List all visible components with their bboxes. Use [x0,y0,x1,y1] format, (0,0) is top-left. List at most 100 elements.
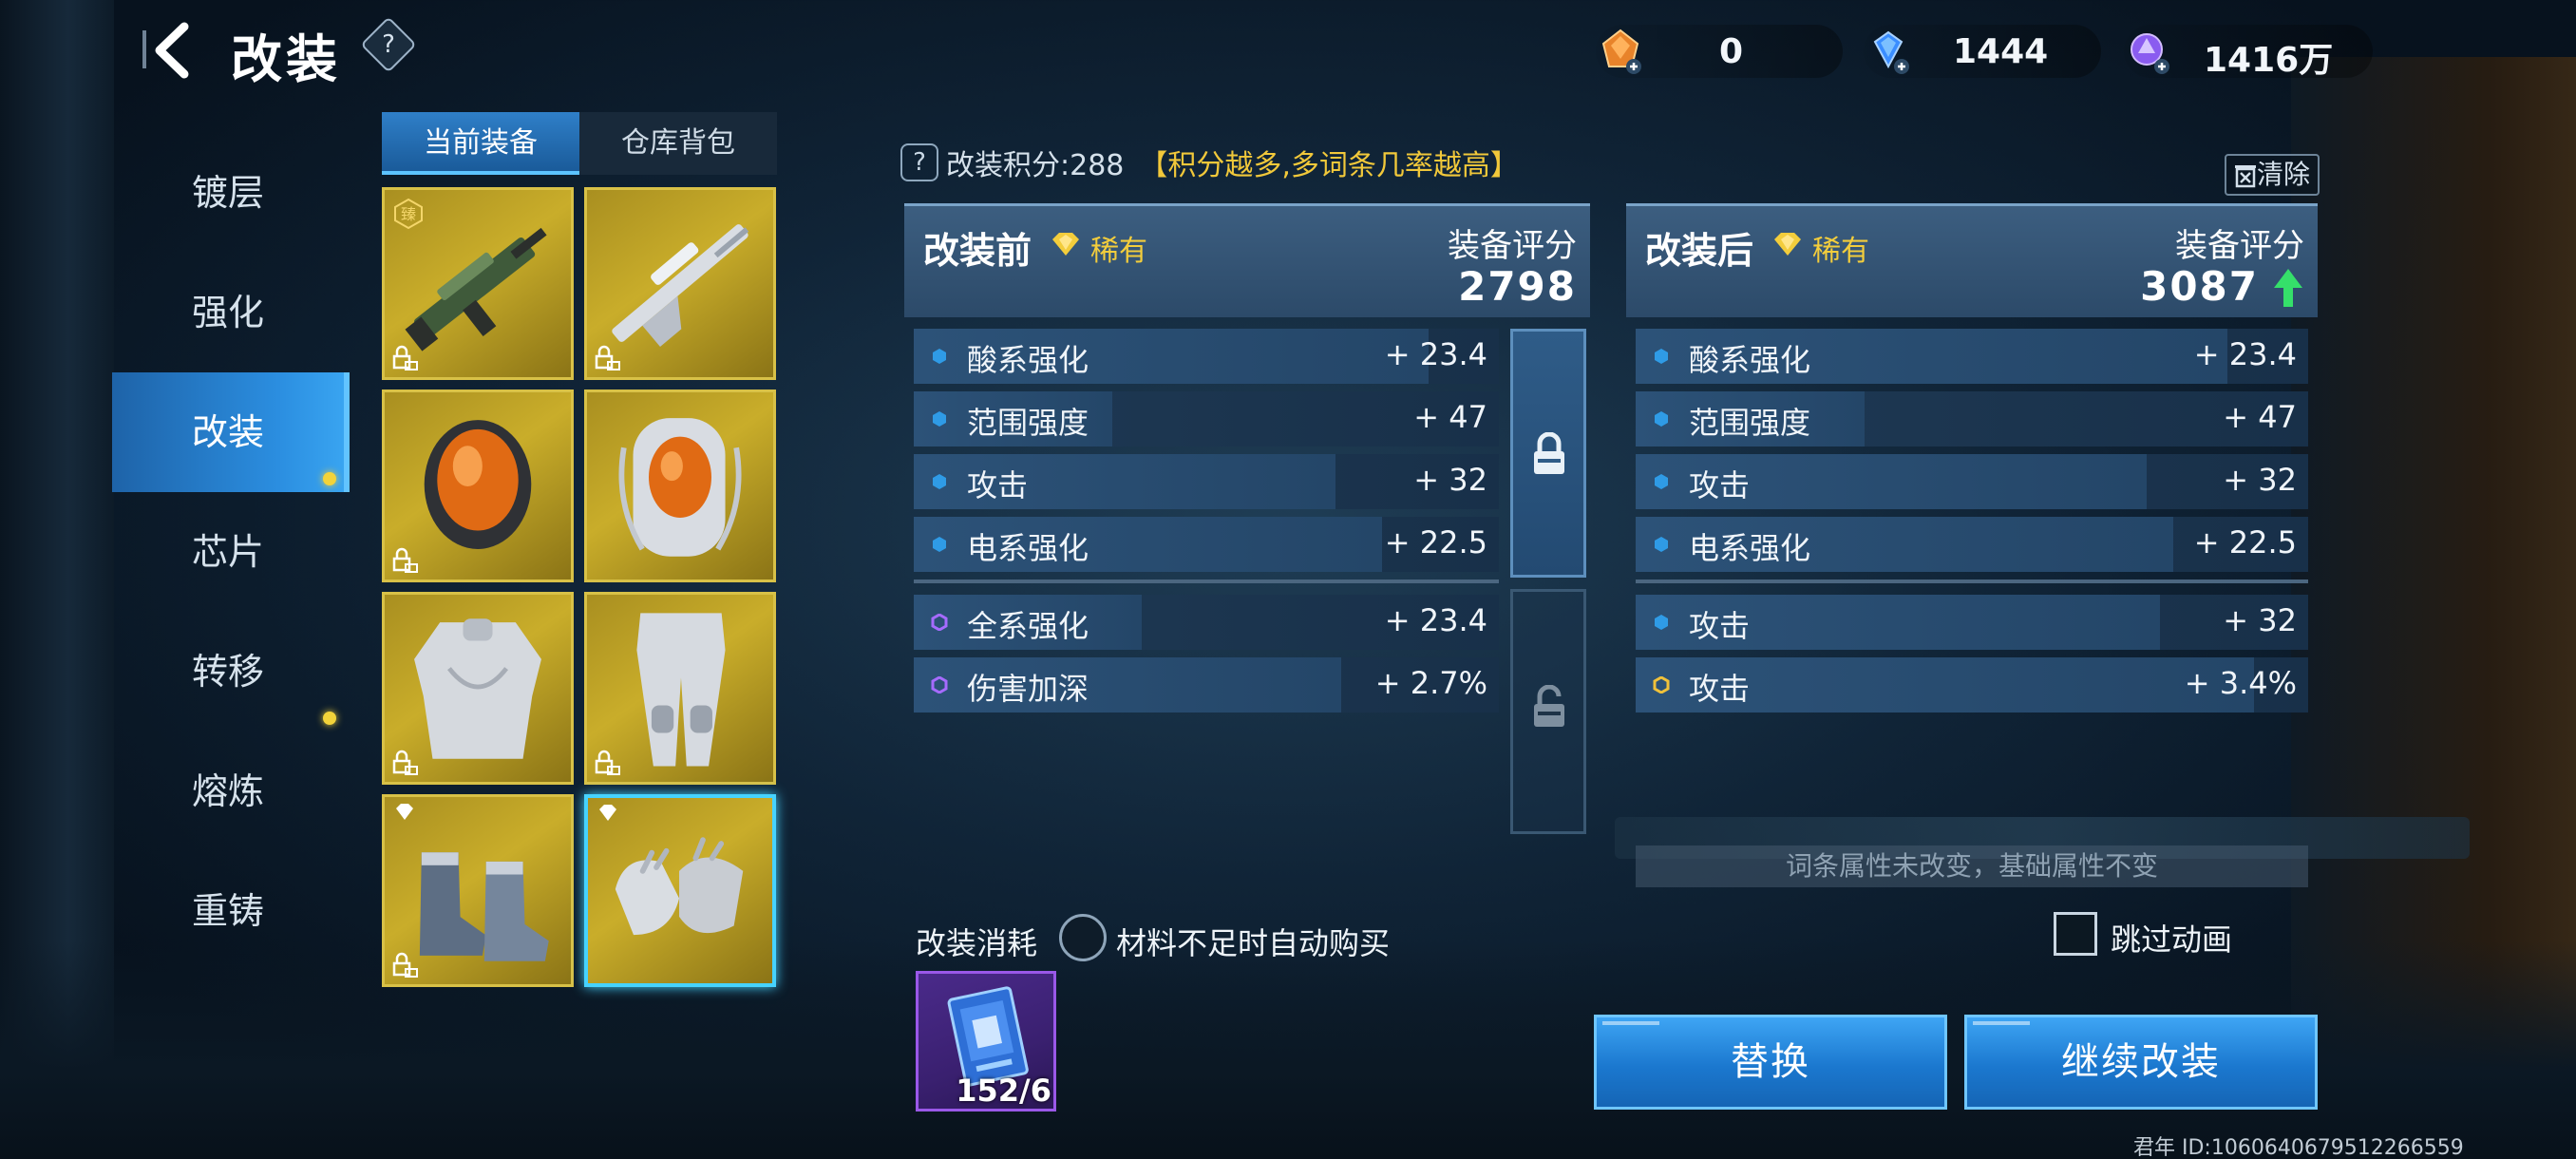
attribute-value: + 3.4% [2184,665,2297,701]
attribute-value: + 32 [2223,462,2297,498]
tab-warehouse[interactable]: 仓库背包 [579,112,777,175]
attribute-name: 攻击 [1689,671,1751,707]
attribute-name: 酸系强化 [967,342,1089,378]
clear-button[interactable]: 清除 [2225,154,2320,196]
attribute-name: 电系强化 [1689,530,1811,566]
category-label: 镀层 [192,172,265,214]
before-card-header: 改装前 稀有 装备评分 2798 [904,203,1590,317]
attribute-name: 全系强化 [967,608,1089,644]
lock-icon [392,750,418,775]
after-title: 改装后 [1645,230,1754,272]
unchanged-note: 词条属性未改变，基础属性不变 [1636,846,2308,887]
lock-open-icon [1534,685,1564,727]
category-smelt[interactable]: 熔炼 [112,732,350,851]
attribute-name: 范围强度 [1689,405,1811,441]
equipment-slot-chest-armor[interactable] [382,592,574,785]
clear-label: 清除 [2256,159,2310,190]
notification-dot [323,472,336,485]
attribute-value: + 23.4 [1384,602,1487,638]
lock-extra-attributes-toggle[interactable] [1510,589,1586,834]
points-hint: 【积分越多,多词条几率越高】 [1139,149,1519,182]
attribute-row: 攻击 + 3.4% [1636,657,2308,712]
hexagon-bullet-icon [933,349,946,364]
top-bar: 改装 ? 0 1444 1416万 [0,0,2576,104]
attribute-value: + 22.5 [1384,524,1487,560]
material-count: 152/6 [956,1073,1051,1109]
lock-base-attributes-toggle[interactable] [1510,329,1586,578]
attribute-value: + 23.4 [2193,336,2297,372]
category-modify[interactable]: 改装 [112,372,350,492]
blue-diamond-icon [1873,30,1909,74]
equipment-slot-boots[interactable] [382,794,574,987]
equipment-slot-rifle[interactable]: 臻 [382,187,574,380]
question-icon[interactable]: ? [900,143,938,181]
attribute-row: 电系强化 + 22.5 [1636,517,2308,572]
category-label: 芯片 [192,531,265,573]
material-item[interactable]: 152/6 [916,971,1056,1112]
currency-blue-diamond[interactable]: 1444 [1864,25,2101,78]
currency-purple-orb[interactable]: 1416万 [2124,25,2373,80]
attribute-row: 攻击 + 32 [1636,595,2308,650]
hexagon-bullet-icon [1653,676,1670,694]
backpack-icon [618,418,742,557]
attribute-row: 伤害加深 + 2.7% [914,657,1499,712]
quality-hex-badge: 臻 [394,198,423,230]
hexagon-bullet-icon [931,614,948,631]
equipment-slot-gloves[interactable] [584,794,776,987]
chevron-left-icon [142,22,189,79]
diamond-icon [599,805,616,821]
category-transfer[interactable]: 转移 [112,612,350,732]
category-enhance[interactable]: 强化 [112,253,350,372]
lock-icon [595,750,620,775]
orange-crystal-icon [1601,28,1641,74]
equipment-grid: 臻 [382,187,781,987]
divider [1636,580,2308,583]
auto-buy-radio[interactable] [1059,914,1107,961]
hexagon-bullet-icon [1655,474,1668,489]
hexagon-bullet-icon [933,411,946,427]
points-label: 改装积分:288 [946,149,1125,182]
rarity-label: 稀有 [1812,235,1869,268]
before-title: 改装前 [923,230,1032,272]
help-button[interactable]: ? [360,16,417,73]
after-card-header: 改装后 稀有 装备评分 3087 [1626,203,2318,317]
attribute-row: 攻击 + 32 [1636,454,2308,509]
equipment-slot-backpack[interactable] [584,390,776,582]
category-label: 强化 [192,292,265,333]
continue-modify-button[interactable]: 继续改装 [1964,1015,2318,1110]
category-chip[interactable]: 芯片 [112,492,350,612]
page-title: 改装 [231,29,341,89]
rarity-gem-icon [1052,233,1079,256]
attribute-row: 全系强化 + 23.4 [914,595,1499,650]
hexagon-bullet-icon [931,676,948,694]
hexagon-bullet-icon [933,537,946,552]
hexagon-bullet-icon [1655,537,1668,552]
attribute-value: + 47 [1413,399,1487,435]
category-recast[interactable]: 重铸 [112,851,350,971]
category-plating[interactable]: 镀层 [112,133,350,253]
lock-closed-icon [1534,432,1564,474]
score-value: 2798 [1458,263,1577,310]
player-id: 君年 ID:1060640679512266559 [2133,1136,2464,1159]
lock-icon [392,952,418,978]
currency-orange-crystal[interactable]: 0 [1596,25,1843,78]
question-icon: ? [382,30,395,59]
attribute-value: + 47 [2223,399,2297,435]
attribute-name: 攻击 [1689,467,1751,504]
equipment-slot-leg-armor[interactable] [584,592,776,785]
gloves-icon [615,837,744,936]
replace-button[interactable]: 替换 [1594,1015,1947,1110]
equipment-tabs: 当前装备 仓库背包 [382,112,777,175]
score-value: 3087 [2140,263,2259,310]
tab-current-equipment[interactable]: 当前装备 [382,112,579,175]
skip-animation-label: 跳过动画 [2111,922,2233,958]
lock-icon [392,345,418,370]
skip-animation-checkbox[interactable] [2054,912,2097,956]
attribute-value: + 32 [2223,602,2297,638]
equipment-slot-helmet[interactable] [382,390,574,582]
badge-text: 臻 [401,205,416,223]
attribute-value: + 32 [1413,462,1487,498]
equipment-slot-sniper[interactable] [584,187,776,380]
back-button[interactable] [142,17,199,84]
attribute-row: 范围强度 + 47 [914,391,1499,446]
